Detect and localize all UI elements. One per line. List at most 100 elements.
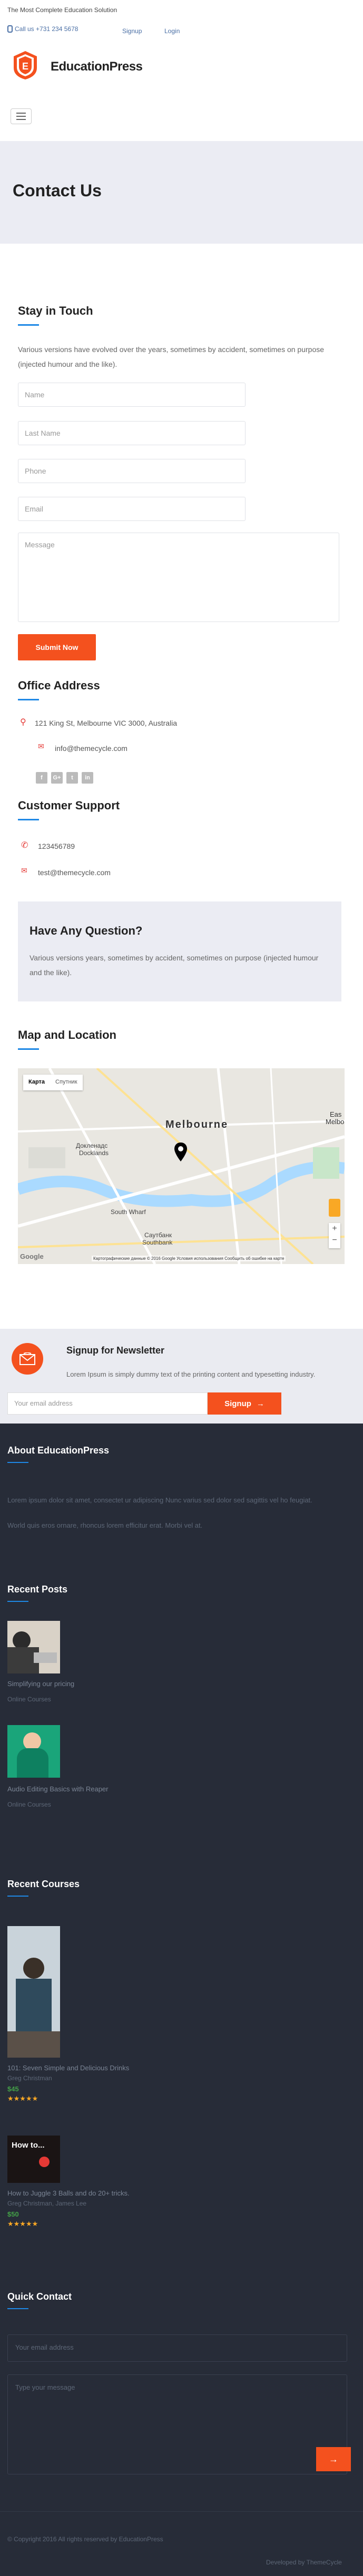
newsletter-signup-label: Signup xyxy=(224,1399,251,1408)
stay-in-touch-title: Stay in Touch xyxy=(18,304,93,317)
map-city-label: Melbourne xyxy=(165,1119,229,1130)
tagline: The Most Complete Education Solution xyxy=(7,6,117,14)
about-text-1: Lorem ipsum dolor sit amet, consectet ur… xyxy=(7,1496,312,1504)
zoom-controls[interactable]: + − xyxy=(329,1223,340,1248)
map-label-docklands: Docklands xyxy=(79,1149,109,1157)
quick-email-input[interactable]: Your email address xyxy=(7,2334,347,2362)
question-title: Have Any Question? xyxy=(30,924,143,937)
phone-field[interactable]: Phone xyxy=(18,459,246,483)
newsletter-title: Signup for Newsletter xyxy=(66,1345,165,1356)
facebook-icon[interactable]: f xyxy=(36,772,47,784)
map-attribution: Картографические данные © 2016 Google Ус… xyxy=(92,1256,286,1261)
google-plus-icon[interactable]: G+ xyxy=(51,772,63,784)
name-field[interactable]: Name xyxy=(18,383,246,407)
post-category[interactable]: Online Courses xyxy=(7,1801,51,1808)
footer-title-underline xyxy=(7,2308,28,2309)
title-underline xyxy=(18,699,39,700)
newsletter-email-input[interactable]: Your email address xyxy=(7,1392,208,1415)
developed-by[interactable]: Developed by ThemeCycle xyxy=(266,2559,342,2566)
page-title: Contact Us xyxy=(13,181,102,200)
stay-in-touch-text: Various versions have evolved over the y… xyxy=(18,345,325,368)
email-field[interactable]: Email xyxy=(18,497,246,521)
post-title[interactable]: Audio Editing Basics with Reaper xyxy=(7,1785,109,1793)
copyright: © Copyright 2016 All rights reserved by … xyxy=(7,2535,163,2543)
map-tiles xyxy=(18,1068,345,1264)
envelope-icon xyxy=(19,1352,35,1365)
map-label-east: Eas xyxy=(330,1110,342,1118)
linkedin-icon[interactable]: in xyxy=(82,772,93,784)
phone-icon xyxy=(7,25,13,33)
brand-name[interactable]: EducationPress xyxy=(51,59,143,74)
arrow-right-icon: → xyxy=(329,2453,338,2464)
support-phone[interactable]: 123456789 xyxy=(38,842,75,850)
message-field[interactable]: Message xyxy=(18,533,339,622)
office-email[interactable]: info@themecycle.com xyxy=(55,744,127,753)
twitter-icon[interactable]: t xyxy=(66,772,78,784)
location-pin-icon: ⚲ xyxy=(20,718,26,727)
phone-icon: ✆ xyxy=(21,841,28,850)
street-view-icon[interactable] xyxy=(329,1199,340,1217)
customer-support-title: Customer Support xyxy=(18,799,120,812)
course-title[interactable]: How to Juggle 3 Balls and do 20+ tricks. xyxy=(7,2189,130,2197)
support-email[interactable]: test@themecycle.com xyxy=(38,868,111,877)
about-text-2: World quis eros ornare, rhoncus lorem ef… xyxy=(7,1521,203,1529)
about-title: About EducationPress xyxy=(7,1445,110,1456)
recent-courses-title: Recent Courses xyxy=(7,1879,80,1889)
title-underline xyxy=(18,819,39,820)
title-underline xyxy=(18,1048,39,1050)
course-title[interactable]: 101: Seven Simple and Delicious Drinks xyxy=(7,2064,129,2072)
map-type-control: Карта Спутник xyxy=(23,1075,83,1090)
map-title: Map and Location xyxy=(18,1028,116,1041)
location-map[interactable]: Карта Спутник Melbourne Докленадс Dockla… xyxy=(18,1068,345,1264)
logo-badge-icon[interactable]: E xyxy=(12,50,39,81)
hamburger-bar xyxy=(16,119,26,120)
course-rating-stars: ★★★★★ xyxy=(7,2094,38,2102)
google-logo: Google xyxy=(20,1252,44,1260)
map-label-east-2: Melbo xyxy=(326,1118,345,1126)
hamburger-bar xyxy=(16,113,26,114)
course-thumbnail[interactable]: How to... xyxy=(7,2136,60,2183)
course-price: $45 xyxy=(7,2085,19,2093)
quick-contact-send-button[interactable]: → xyxy=(316,2447,351,2471)
envelope-icon: ✉ xyxy=(21,866,27,875)
submit-button[interactable]: Submit Now xyxy=(18,634,96,660)
post-category[interactable]: Online Courses xyxy=(7,1696,51,1703)
thumbnail-text: How to... xyxy=(12,2141,45,2150)
footer-title-underline xyxy=(7,1601,28,1602)
call-us-link[interactable]: Call us +731 234 5678 xyxy=(15,25,78,33)
last-name-field[interactable]: Last Name xyxy=(18,421,246,445)
quick-contact-title: Quick Contact xyxy=(7,2291,72,2302)
map-label-south-wharf: South Wharf xyxy=(111,1208,146,1216)
office-address: 121 King St, Melbourne VIC 3000, Austral… xyxy=(35,719,178,727)
footer-title-underline xyxy=(7,1462,28,1463)
signup-link[interactable]: Signup xyxy=(122,27,142,35)
map-label-docklands-ru: Докленадс xyxy=(76,1142,108,1149)
office-address-title: Office Address xyxy=(18,679,100,692)
footer-divider xyxy=(0,2511,363,2512)
post-title[interactable]: Simplifying our pricing xyxy=(7,1680,74,1688)
course-rating-stars: ★★★★★ xyxy=(7,2220,38,2228)
map-label-southbank-ru: Саутбанк xyxy=(144,1231,172,1239)
course-author: Greg Christman, James Lee xyxy=(7,2200,87,2207)
menu-toggle-button[interactable] xyxy=(11,108,32,124)
arrow-right-icon: → xyxy=(256,1399,264,1408)
title-underline xyxy=(18,324,39,326)
map-tab[interactable]: Карта xyxy=(23,1075,50,1090)
course-price: $50 xyxy=(7,2210,19,2218)
footer-title-underline xyxy=(7,1896,28,1897)
quick-message-textarea[interactable]: Type your message xyxy=(7,2374,347,2474)
map-label-southbank: Southbank xyxy=(142,1239,173,1246)
satellite-tab[interactable]: Спутник xyxy=(50,1075,82,1090)
svg-text:E: E xyxy=(22,61,28,72)
course-author: Greg Christman xyxy=(7,2074,52,2082)
post-thumbnail[interactable] xyxy=(7,1621,60,1673)
login-link[interactable]: Login xyxy=(164,27,180,35)
post-thumbnail[interactable] xyxy=(7,1725,60,1778)
course-thumbnail[interactable] xyxy=(7,1926,60,2058)
envelope-icon: ✉ xyxy=(38,742,44,750)
newsletter-signup-button[interactable]: Signup → xyxy=(208,1392,281,1415)
hamburger-bar xyxy=(16,116,26,117)
newsletter-text: Lorem Ipsum is simply dummy text of the … xyxy=(66,1370,316,1378)
map-marker-icon[interactable] xyxy=(174,1142,188,1162)
question-text: Various versions years, sometimes by acc… xyxy=(30,954,319,977)
